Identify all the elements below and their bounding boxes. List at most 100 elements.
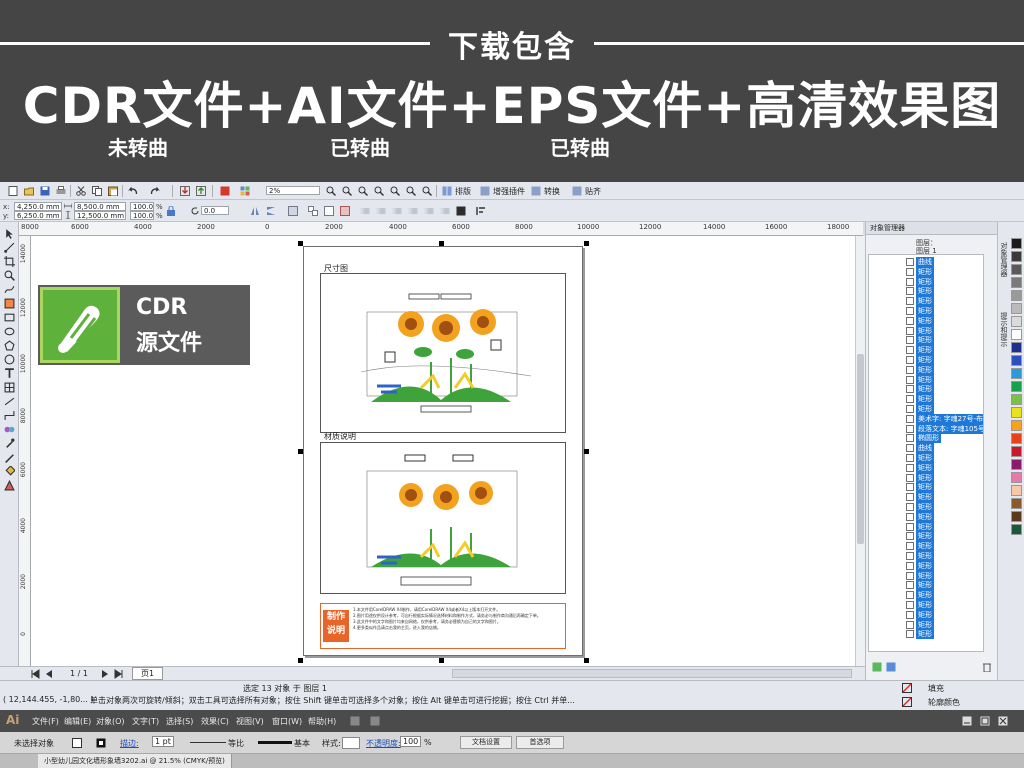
menu-select[interactable]: 选择(S) xyxy=(166,716,193,727)
height-input[interactable]: 12,500.0 mm xyxy=(74,211,126,220)
first-page-icon[interactable] xyxy=(30,669,40,679)
color-swatch[interactable] xyxy=(1011,381,1022,392)
object-list-item[interactable]: 矩形 xyxy=(869,580,983,591)
scale-height-input[interactable]: 100.0 xyxy=(130,211,154,220)
selection-handle[interactable] xyxy=(584,449,589,454)
color-swatch[interactable] xyxy=(1011,446,1022,457)
color-swatch[interactable] xyxy=(1011,303,1022,314)
arrange-button[interactable]: 排版 xyxy=(455,186,471,197)
color-swatch[interactable] xyxy=(1011,342,1022,353)
object-visibility-checkbox[interactable] xyxy=(906,610,914,619)
object-visibility-checkbox[interactable] xyxy=(906,375,914,384)
object-list-item[interactable]: 矩形 xyxy=(869,511,983,522)
paste-icon[interactable] xyxy=(108,186,118,196)
outline-color-icon[interactable] xyxy=(902,697,912,707)
align-distribute-icon[interactable] xyxy=(476,206,486,216)
object-list-item[interactable]: 矩形 xyxy=(869,502,983,512)
cut-icon[interactable] xyxy=(76,186,86,196)
color-swatch[interactable] xyxy=(1011,472,1022,483)
menu-window[interactable]: 窗口(W) xyxy=(272,716,302,727)
object-list-item[interactable]: 矩形 xyxy=(869,619,983,630)
crop-tool-icon[interactable] xyxy=(4,256,15,267)
menu-effect[interactable]: 效果(C) xyxy=(201,716,229,727)
outline-pen-tool-icon[interactable] xyxy=(4,452,15,463)
color-swatch[interactable] xyxy=(1011,277,1022,288)
object-visibility-checkbox[interactable] xyxy=(906,365,914,374)
rectangle-tool-icon[interactable] xyxy=(4,312,15,323)
object-list-item[interactable]: 美术字: 字魂27号-布 xyxy=(869,413,983,424)
object-visibility-checkbox[interactable] xyxy=(906,385,914,394)
object-visibility-checkbox[interactable] xyxy=(906,522,914,531)
object-visibility-checkbox[interactable] xyxy=(906,620,914,629)
object-list-item[interactable]: 矩形 xyxy=(869,306,983,316)
object-list-item[interactable]: 矩形 xyxy=(869,335,983,346)
ungroup-all-icon[interactable] xyxy=(324,206,334,216)
object-list-item[interactable]: 矩形 xyxy=(869,629,983,640)
object-visibility-checkbox[interactable] xyxy=(906,277,914,286)
object-list-item[interactable]: 矩形 xyxy=(869,276,983,287)
object-list-item[interactable]: 曲线 xyxy=(869,443,983,454)
delete-icon[interactable] xyxy=(982,662,992,672)
color-swatch[interactable] xyxy=(1011,485,1022,496)
color-swatch[interactable] xyxy=(1011,329,1022,340)
zoom-in-icon[interactable] xyxy=(326,186,336,196)
object-list-item[interactable]: 曲线 xyxy=(869,257,983,267)
color-swatch[interactable] xyxy=(1011,264,1022,275)
new-document-icon[interactable] xyxy=(8,186,18,196)
object-visibility-checkbox[interactable] xyxy=(906,346,914,355)
open-folder-icon[interactable] xyxy=(24,186,34,196)
fill-swatch-icon[interactable] xyxy=(72,738,82,748)
stroke-label[interactable]: 描边: xyxy=(120,738,139,749)
fill-tool-icon[interactable] xyxy=(4,466,15,477)
eyedropper-tool-icon[interactable] xyxy=(4,438,15,449)
document-tab[interactable]: 小型幼儿园文化墙形象墙3202.ai @ 21.5% (CMYK/预览) xyxy=(38,754,232,768)
selection-handle[interactable] xyxy=(584,241,589,246)
maximize-icon[interactable] xyxy=(980,716,990,726)
back-minus-front-icon[interactable] xyxy=(440,206,450,216)
snap-icon[interactable] xyxy=(572,186,582,196)
color-swatch[interactable] xyxy=(1011,511,1022,522)
object-list-item[interactable]: 矩形 xyxy=(869,453,983,463)
next-page-icon[interactable] xyxy=(100,669,110,679)
object-visibility-checkbox[interactable] xyxy=(906,601,914,609)
document-page[interactable]: 尺寸图 材质说明 制作 说明 1.本文件用CorelDRAW X4制作，请用Co… xyxy=(303,246,583,656)
snap-button[interactable]: 贴齐 xyxy=(585,186,601,197)
object-list-item[interactable]: 矩形 xyxy=(869,521,983,532)
object-visibility-checkbox[interactable] xyxy=(906,307,914,315)
object-list-item[interactable]: 矩形 xyxy=(869,541,983,552)
object-visibility-checkbox[interactable] xyxy=(906,316,914,325)
object-list-item[interactable]: 矩形 xyxy=(869,286,983,297)
object-list-item[interactable]: 矩形 xyxy=(869,355,983,365)
object-visibility-checkbox[interactable] xyxy=(906,561,914,570)
menu-view[interactable]: 视图(V) xyxy=(236,716,264,727)
object-visibility-checkbox[interactable] xyxy=(906,512,914,521)
object-visibility-checkbox[interactable] xyxy=(906,571,914,580)
zoom-level-select[interactable]: 2% xyxy=(266,186,320,195)
scale-width-input[interactable]: 100.0 xyxy=(130,202,154,211)
object-visibility-checkbox[interactable] xyxy=(906,493,914,502)
basic-brush-label[interactable]: 基本 xyxy=(294,738,310,749)
create-boundary-icon[interactable] xyxy=(456,206,466,216)
object-visibility-checkbox[interactable] xyxy=(906,258,914,266)
combine-icon[interactable] xyxy=(340,206,350,216)
document-setup-button[interactable]: 文档设置 xyxy=(460,736,512,749)
object-list-item[interactable]: 矩形 xyxy=(869,570,983,581)
table-tool-icon[interactable] xyxy=(4,382,15,393)
lock-ratio-icon[interactable] xyxy=(166,206,176,216)
plugin-button[interactable]: 增强插件 xyxy=(493,186,525,197)
tab-hints[interactable]: 提示和提示 xyxy=(999,312,1009,347)
zoom-height-icon[interactable] xyxy=(422,186,432,196)
color-swatch[interactable] xyxy=(1011,524,1022,535)
save-icon[interactable] xyxy=(40,186,50,196)
ungroup-icon[interactable] xyxy=(308,206,318,216)
convert-button[interactable]: 转换 xyxy=(544,186,560,197)
object-visibility-checkbox[interactable] xyxy=(906,356,914,364)
object-visibility-checkbox[interactable] xyxy=(906,552,914,560)
color-swatch[interactable] xyxy=(1011,355,1022,366)
color-swatch[interactable] xyxy=(1011,394,1022,405)
weld-icon[interactable] xyxy=(360,206,370,216)
object-list-item[interactable]: 椭圆形 xyxy=(869,433,983,444)
menu-type[interactable]: 文字(T) xyxy=(132,716,159,727)
selection-handle[interactable] xyxy=(439,658,444,663)
freehand-tool-icon[interactable] xyxy=(4,284,15,295)
